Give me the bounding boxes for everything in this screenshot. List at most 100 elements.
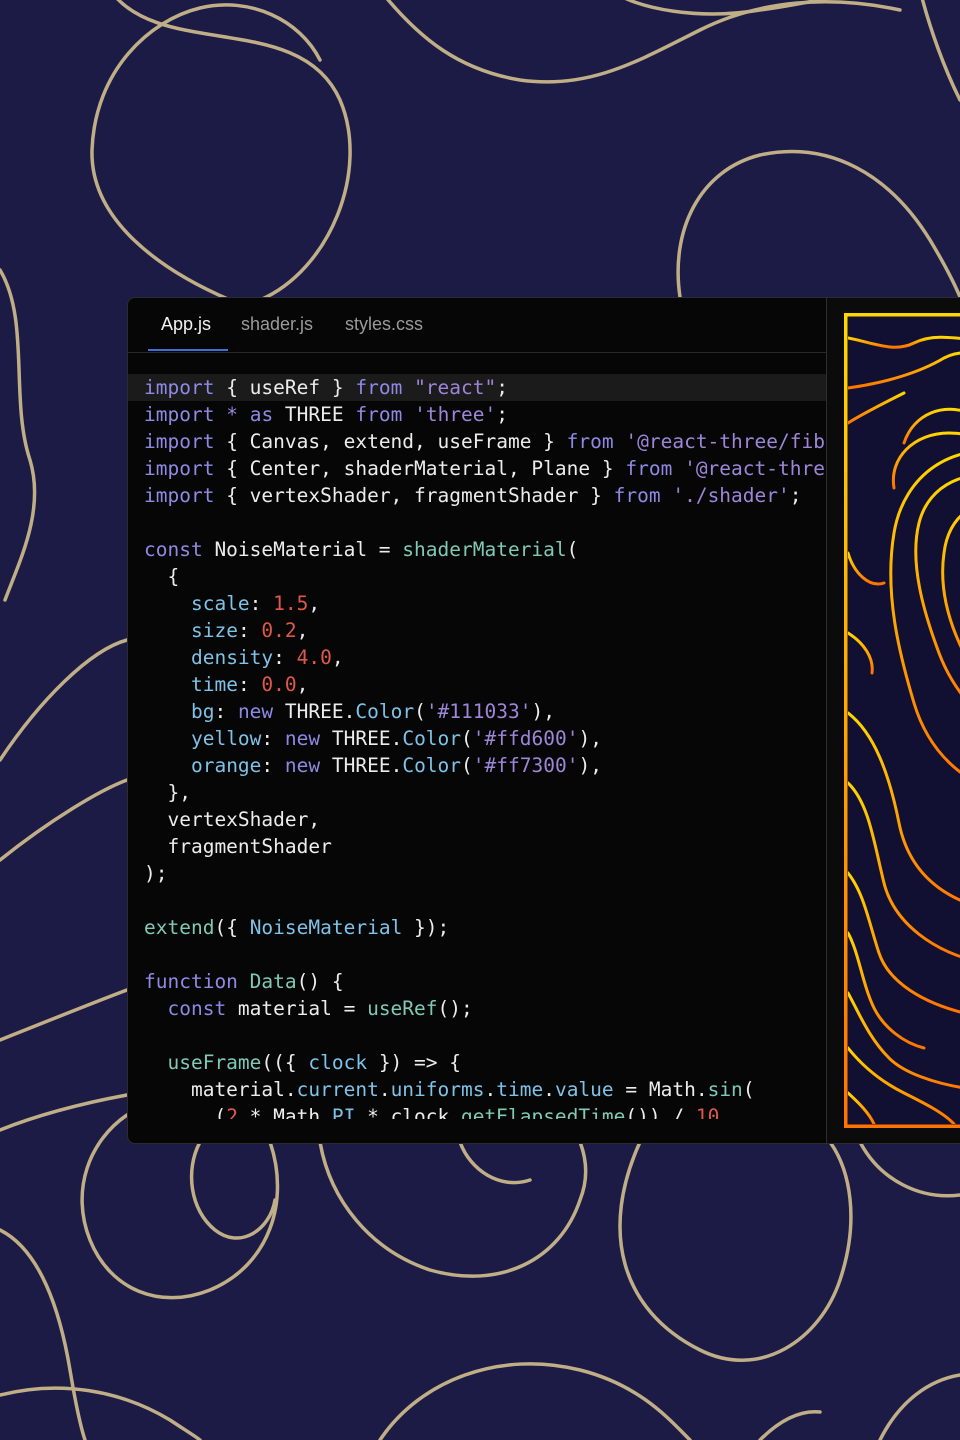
code-token: time bbox=[496, 1078, 544, 1101]
code-line[interactable]: { bbox=[144, 563, 179, 590]
code-token: current bbox=[296, 1078, 379, 1101]
code-line[interactable]: const NoiseMaterial = shaderMaterial( bbox=[144, 536, 578, 563]
code-token: ; bbox=[496, 403, 509, 426]
code-token: from bbox=[355, 403, 403, 426]
code-token: '#111033' bbox=[425, 700, 532, 723]
code-line[interactable]: import * as THREE from 'three'; bbox=[144, 401, 508, 428]
code-line[interactable]: import { useRef } from "react"; bbox=[144, 374, 508, 401]
code-token: from bbox=[613, 484, 661, 507]
code-line[interactable]: time: 0.0, bbox=[144, 671, 308, 698]
code-token: time bbox=[190, 673, 238, 696]
code-token: useRef bbox=[367, 997, 438, 1020]
code-line[interactable]: (2 * Math.PI * clock.getElapsedTime()) /… bbox=[144, 1103, 719, 1119]
code-line[interactable]: fragmentShader bbox=[144, 833, 332, 860]
code-token: '@react-three/drei' bbox=[684, 457, 826, 480]
code-token: material. bbox=[144, 1078, 297, 1101]
code-token: '#ff7300' bbox=[472, 754, 579, 777]
code-token: new bbox=[284, 727, 321, 750]
code-token: sin bbox=[707, 1078, 743, 1101]
code-line[interactable]: vertexShader, bbox=[144, 806, 320, 833]
code-line[interactable]: ); bbox=[144, 860, 167, 887]
code-token: NoiseMaterial bbox=[249, 916, 403, 939]
code-line[interactable]: useFrame(({ clock }) => { bbox=[144, 1049, 461, 1076]
code-token: () { bbox=[296, 970, 344, 993]
code-line[interactable]: const material = useRef(); bbox=[144, 995, 473, 1022]
code-line[interactable]: density: 4.0, bbox=[144, 644, 344, 671]
code-token: size bbox=[190, 619, 238, 642]
tab-app-js[interactable]: App.js bbox=[161, 314, 211, 335]
code-token: 1.5 bbox=[273, 592, 309, 615]
code-line[interactable]: }, bbox=[144, 779, 191, 806]
code-token: uniforms bbox=[390, 1078, 485, 1101]
code-line[interactable]: import { Center, shaderMaterial, Plane }… bbox=[144, 455, 826, 482]
code-token: useFrame bbox=[167, 1051, 262, 1074]
code-token: bg bbox=[190, 700, 215, 723]
tab-styles-css[interactable]: styles.css bbox=[345, 314, 423, 335]
code-token: ({ bbox=[214, 916, 250, 939]
code-token: NoiseMaterial = bbox=[202, 538, 403, 561]
code-line[interactable]: import { Canvas, extend, useFrame } from… bbox=[144, 428, 826, 455]
code-area[interactable]: import { useRef } from "react"; import * … bbox=[128, 374, 826, 1119]
code-token: }); bbox=[402, 916, 450, 939]
code-editor-window: App.js shader.js styles.css import { use… bbox=[127, 297, 960, 1144]
code-line[interactable]: function Data() { bbox=[144, 968, 344, 995]
code-token: as bbox=[249, 403, 274, 426]
code-token: ( bbox=[461, 754, 473, 777]
code-token: }) => { bbox=[367, 1051, 461, 1074]
code-token: (); bbox=[437, 997, 473, 1020]
code-token: material = bbox=[226, 997, 368, 1020]
code-token: { useRef } bbox=[214, 376, 356, 399]
code-token: : bbox=[237, 619, 262, 642]
code-token: clock bbox=[308, 1051, 368, 1074]
code-token: '@react-three/fiber' bbox=[625, 430, 826, 453]
tab-shader-js[interactable]: shader.js bbox=[241, 314, 313, 335]
code-token: : bbox=[273, 646, 297, 669]
code-line[interactable]: import { vertexShader, fragmentShader } … bbox=[144, 482, 802, 509]
code-line[interactable]: orange: new THREE.Color('#ff7300'), bbox=[144, 752, 602, 779]
code-line[interactable]: material.current.uniforms.time.value = M… bbox=[144, 1076, 755, 1103]
code-token: ( bbox=[414, 700, 426, 723]
code-token: { bbox=[144, 565, 180, 588]
code-token: ), bbox=[531, 700, 555, 723]
code-token: function bbox=[144, 970, 238, 993]
code-token: , bbox=[296, 673, 309, 696]
code-token: ), bbox=[578, 754, 602, 777]
code-token: './shader' bbox=[672, 484, 790, 507]
code-line[interactable]: extend({ NoiseMaterial }); bbox=[144, 914, 449, 941]
code-token: , bbox=[296, 619, 309, 642]
code-line[interactable]: yellow: new THREE.Color('#ffd600'), bbox=[144, 725, 602, 752]
code-token: ( bbox=[742, 1078, 755, 1101]
code-token: . bbox=[378, 1078, 391, 1101]
code-line[interactable]: bg: new THREE.Color('#111033'), bbox=[144, 698, 555, 725]
code-token: new bbox=[237, 700, 274, 723]
code-line[interactable]: scale: 1.5, bbox=[144, 590, 320, 617]
code-token: : bbox=[214, 700, 238, 723]
code-token: : bbox=[261, 754, 285, 777]
code-token: * bbox=[226, 403, 238, 426]
code-line[interactable]: size: 0.2, bbox=[144, 617, 308, 644]
code-token: getElapsedTime bbox=[461, 1105, 626, 1119]
code-token: 10 bbox=[695, 1105, 720, 1119]
code-token: density bbox=[190, 646, 274, 669]
code-token: '#ffd600' bbox=[472, 727, 579, 750]
code-token: THREE bbox=[273, 403, 356, 426]
code-token: import bbox=[144, 457, 215, 480]
code-token: fragmentShader bbox=[144, 835, 332, 858]
code-token: new bbox=[284, 754, 321, 777]
code-token: ( bbox=[144, 1105, 227, 1119]
code-token: { Canvas, extend, useFrame } bbox=[214, 430, 567, 453]
shader-preview-canvas bbox=[844, 313, 960, 1128]
preview-pane bbox=[827, 298, 960, 1143]
